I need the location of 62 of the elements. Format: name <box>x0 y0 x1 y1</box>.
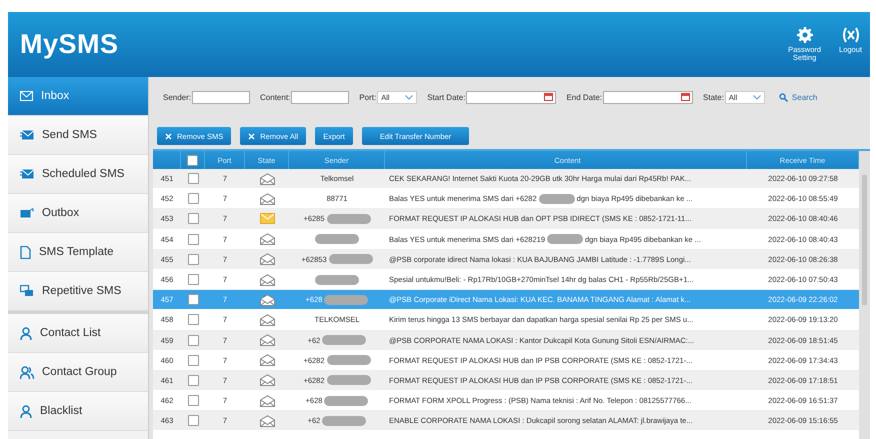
field-label: Sender: <box>163 92 192 102</box>
calendar-icon <box>544 93 554 101</box>
redaction-mark <box>315 274 359 285</box>
inbox-icon <box>20 91 33 101</box>
field-label: Port: <box>359 92 376 102</box>
search-icon <box>778 92 788 102</box>
row-checkbox[interactable] <box>188 415 198 426</box>
sidebar-item[interactable]: Contact List <box>8 311 148 353</box>
redaction-mark <box>324 396 368 406</box>
select-all-checkbox[interactable] <box>187 154 198 166</box>
row-checkbox[interactable] <box>188 173 198 184</box>
calendar-icon <box>681 93 690 101</box>
sidebar-item[interactable]: Outbox <box>8 194 148 233</box>
document-icon <box>20 246 31 258</box>
sidebar-item[interactable]: Send SMS <box>8 116 148 155</box>
field-label: State: <box>703 92 724 102</box>
close-icon <box>842 27 860 43</box>
app-logo: MySMS <box>20 29 119 60</box>
sidebar-item[interactable]: Scheduled SMS <box>8 155 148 194</box>
chevron-down-icon <box>405 94 414 100</box>
row-checkbox[interactable] <box>188 354 198 366</box>
redaction-mark <box>322 335 366 346</box>
sidebar-item[interactable]: SMS Template <box>8 233 148 272</box>
redaction-mark <box>315 234 359 244</box>
row-checkbox[interactable] <box>188 395 198 406</box>
redaction-mark <box>326 355 371 366</box>
start-date-field[interactable] <box>466 90 556 104</box>
scrollbar[interactable] <box>859 151 870 439</box>
close-icon <box>165 132 172 140</box>
chevron-down-icon <box>752 94 761 100</box>
field-label: Content: <box>260 92 290 102</box>
redaction-mark <box>326 214 371 224</box>
search-link[interactable]: Search <box>778 92 818 102</box>
redaction-mark <box>547 234 583 244</box>
end-date-field[interactable] <box>603 90 694 104</box>
close-icon <box>248 132 256 140</box>
content-field[interactable] <box>291 90 350 104</box>
people-icon <box>20 366 34 378</box>
row-checkbox[interactable] <box>188 374 198 386</box>
redaction-mark <box>326 375 371 386</box>
sender-field[interactable] <box>192 90 250 104</box>
row-checkbox[interactable] <box>188 334 198 346</box>
sidebar-item[interactable]: Inbox <box>8 77 148 116</box>
person-icon <box>20 326 32 340</box>
redaction-mark <box>538 194 575 204</box>
row-checkbox[interactable] <box>188 254 198 265</box>
row-checkbox[interactable] <box>188 314 198 326</box>
sidebar-item[interactable]: Contact Group <box>8 353 148 392</box>
settings-icon <box>796 27 813 43</box>
row-checkbox[interactable] <box>188 213 198 224</box>
row-checkbox[interactable] <box>188 234 198 245</box>
redaction-mark <box>324 294 368 305</box>
sidebar-item[interactable]: Repetitive SMS <box>8 272 148 311</box>
row-checkbox[interactable] <box>188 274 198 286</box>
sidebar-item[interactable]: Blacklist <box>8 392 148 431</box>
row-checkbox[interactable] <box>188 294 198 306</box>
row-checkbox[interactable] <box>188 193 198 204</box>
field-label: Start Date: <box>427 92 466 102</box>
redaction-mark <box>328 254 373 264</box>
redaction-mark <box>322 416 366 426</box>
person-icon <box>20 404 32 418</box>
field-label: End Date: <box>566 92 602 102</box>
